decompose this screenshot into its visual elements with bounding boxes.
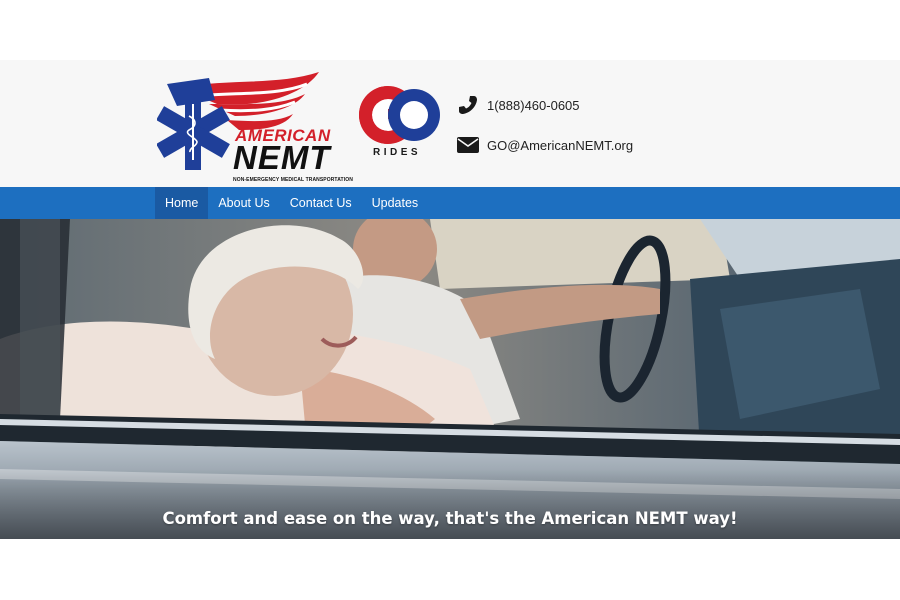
top-whitespace [0, 0, 900, 60]
email-address[interactable]: GO@AmericanNEMT.org [487, 138, 633, 153]
hero-caption: Comfort and ease on the way, that's the … [162, 509, 738, 528]
phone-contact[interactable]: 1(888)460-0605 [457, 93, 580, 117]
nav-item-home[interactable]: Home [155, 187, 209, 219]
nav-item-contact-us[interactable]: Contact Us [280, 187, 362, 219]
logo-nemt-text: NEMT [233, 139, 331, 176]
email-contact[interactable]: GO@AmericanNEMT.org [457, 133, 633, 157]
bottom-whitespace [0, 539, 900, 600]
envelope-icon [457, 134, 479, 156]
logo-subtitle: NON-EMERGENCY MEDICAL TRANSPORTATION [233, 177, 353, 183]
go-logo-emblem [359, 86, 440, 144]
site-header: AMERICAN NEMT NON-EMERGENCY MEDICAL TRAN… [0, 60, 900, 187]
main-navigation: Home About Us Contact Us Updates [0, 187, 900, 219]
nav-menu: Home About Us Contact Us Updates [155, 187, 428, 219]
nav-item-updates[interactable]: Updates [362, 187, 429, 219]
go-rides-text: RIDES [373, 147, 422, 158]
nav-item-about-us[interactable]: About Us [208, 187, 279, 219]
phone-number[interactable]: 1(888)460-0605 [487, 98, 580, 113]
phone-icon [457, 94, 479, 116]
american-nemt-logo[interactable]: AMERICAN NEMT NON-EMERGENCY MEDICAL TRAN… [157, 70, 353, 183]
go-rides-logo[interactable]: RIDES [358, 85, 444, 165]
hero-photo-elderly-woman-in-car [0, 219, 900, 539]
hero-banner: Comfort and ease on the way, that's the … [0, 219, 900, 539]
